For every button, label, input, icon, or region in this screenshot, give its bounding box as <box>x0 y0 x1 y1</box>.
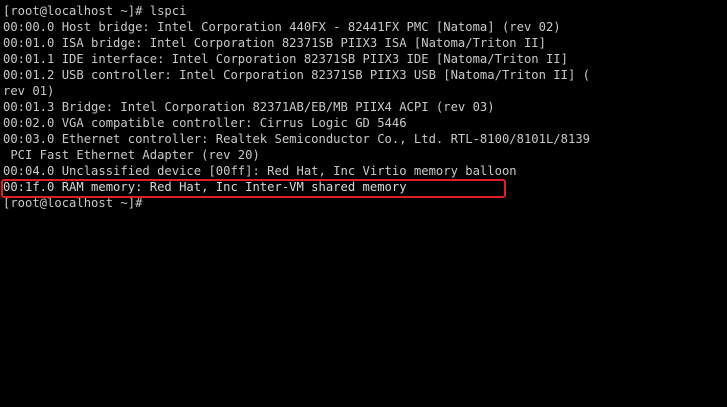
output-line-host-bridge: 00:00.0 Host bridge: Intel Corporation 4… <box>3 20 561 34</box>
text-cursor <box>150 196 157 209</box>
output-line-ram-memory: 00:1f.0 RAM memory: Red Hat, Inc Inter-V… <box>3 180 407 194</box>
prompt-line[interactable]: [root@localhost ~]# <box>3 195 725 211</box>
terminal-window[interactable]: [root@localhost ~]# lspci 00:00.0 Host b… <box>0 0 727 407</box>
output-line-usb-controller-wrap: rev 01) <box>3 84 55 98</box>
output-line-unclassified-device: 00:04.0 Unclassified device [00ff]: Red … <box>3 164 517 178</box>
output-line-usb-controller: 00:01.2 USB controller: Intel Corporatio… <box>3 68 590 82</box>
output-line-bridge-piix4: 00:01.3 Bridge: Intel Corporation 82371A… <box>3 100 495 114</box>
output-line-ethernet-controller-wrap: PCI Fast Ethernet Adapter (rev 20) <box>3 148 260 162</box>
output-line-ide-interface: 00:01.1 IDE interface: Intel Corporation… <box>3 52 568 66</box>
command-prompt-line: [root@localhost ~]# lspci <box>3 4 187 18</box>
terminal-screen[interactable]: [root@localhost ~]# lspci 00:00.0 Host b… <box>3 3 725 211</box>
output-line-vga-controller: 00:02.0 VGA compatible controller: Cirru… <box>3 116 407 130</box>
prompt-text: [root@localhost ~]# <box>3 196 150 210</box>
output-line-isa-bridge: 00:01.0 ISA bridge: Intel Corporation 82… <box>3 36 546 50</box>
output-line-ethernet-controller: 00:03.0 Ethernet controller: Realtek Sem… <box>3 132 590 146</box>
